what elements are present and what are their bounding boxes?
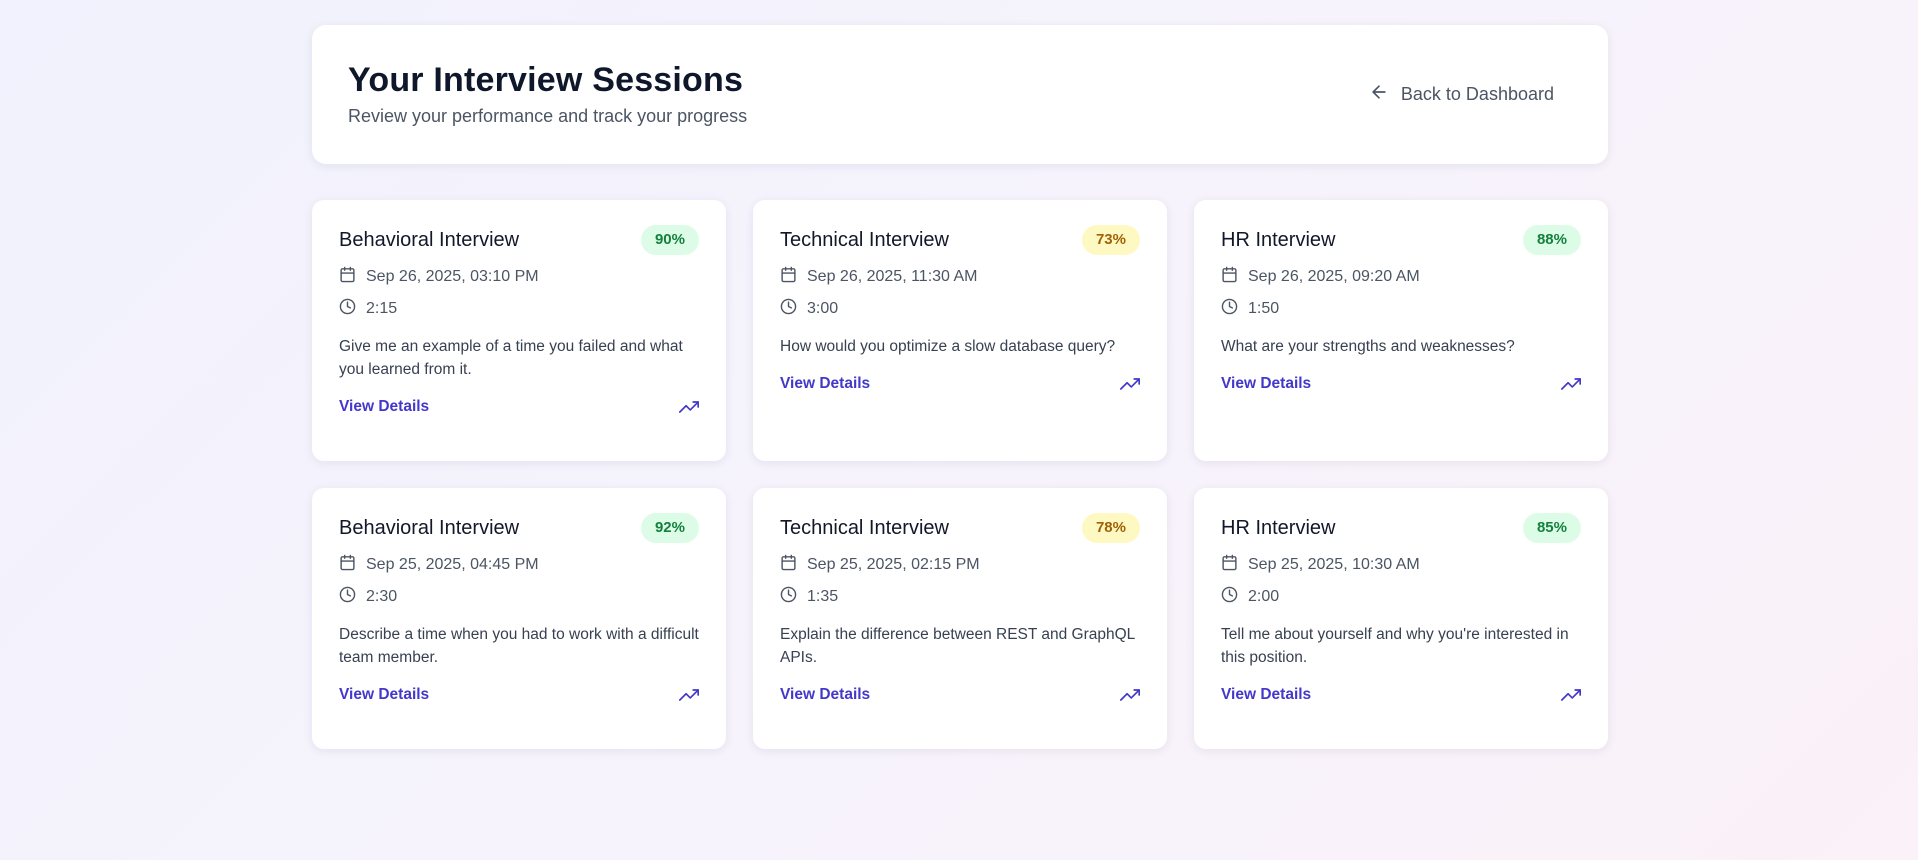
clock-icon <box>339 298 356 320</box>
session-title: HR Interview <box>1221 228 1336 251</box>
score-badge: 90% <box>640 225 699 255</box>
session-date: Sep 26, 2025, 11:30 AM <box>780 266 1140 288</box>
session-title: Behavioral Interview <box>339 228 520 251</box>
calendar-icon <box>339 554 356 576</box>
trending-up-icon <box>679 397 699 417</box>
session-date: Sep 25, 2025, 10:30 AM <box>1221 554 1581 576</box>
calendar-icon <box>339 266 356 288</box>
back-to-dashboard-button[interactable]: Back to Dashboard <box>1369 82 1554 107</box>
session-card: Behavioral Interview 90% Sep 26, 2025, 0… <box>312 200 726 461</box>
session-title: Technical Interview <box>780 228 949 251</box>
session-date: Sep 26, 2025, 09:20 AM <box>1221 266 1581 288</box>
session-date-text: Sep 25, 2025, 10:30 AM <box>1248 556 1420 573</box>
session-question: How would you optimize a slow database q… <box>780 338 1116 355</box>
page-container: Your Interview Sessions Review your perf… <box>312 25 1608 749</box>
view-details-link[interactable]: View Details <box>1221 686 1311 704</box>
session-date-text: Sep 25, 2025, 04:45 PM <box>366 556 539 573</box>
sessions-grid: Behavioral Interview 90% Sep 26, 2025, 0… <box>312 200 1608 749</box>
session-duration: 1:35 <box>780 586 1140 608</box>
session-date-text: Sep 26, 2025, 09:20 AM <box>1248 268 1420 285</box>
session-duration-text: 2:15 <box>366 300 398 317</box>
clock-icon <box>1221 586 1238 608</box>
session-duration: 2:00 <box>1221 586 1581 608</box>
session-question: Describe a time when you had to work wit… <box>339 626 699 666</box>
session-date-text: Sep 26, 2025, 11:30 AM <box>807 268 978 285</box>
session-title: Behavioral Interview <box>339 516 520 539</box>
calendar-icon <box>1221 266 1238 288</box>
view-details-link[interactable]: View Details <box>780 686 870 704</box>
trending-up-icon <box>679 685 699 705</box>
session-date-text: Sep 25, 2025, 02:15 PM <box>807 556 980 573</box>
session-duration: 2:30 <box>339 586 699 608</box>
trending-up-icon <box>1120 685 1140 705</box>
session-question: Give me an example of a time you failed … <box>339 338 683 378</box>
clock-icon <box>780 298 797 320</box>
score-badge: 85% <box>1522 513 1581 543</box>
session-duration-text: 3:00 <box>807 300 839 317</box>
view-details-link[interactable]: View Details <box>339 398 429 416</box>
trending-up-icon <box>1120 374 1140 394</box>
clock-icon <box>780 586 797 608</box>
back-to-dashboard-label: Back to Dashboard <box>1400 84 1554 104</box>
session-date: Sep 25, 2025, 04:45 PM <box>339 554 699 576</box>
session-duration: 1:50 <box>1221 298 1581 320</box>
session-duration-text: 2:00 <box>1248 588 1280 605</box>
page-header: Your Interview Sessions Review your perf… <box>312 25 1608 164</box>
view-details-link[interactable]: View Details <box>1221 375 1311 393</box>
page-subtitle: Review your performance and track your p… <box>348 105 748 126</box>
trending-up-icon <box>1561 374 1581 394</box>
session-duration-text: 2:30 <box>366 588 398 605</box>
calendar-icon <box>780 266 797 288</box>
view-details-link[interactable]: View Details <box>780 375 870 393</box>
session-question: Explain the difference between REST and … <box>780 626 1135 666</box>
session-card: Technical Interview 73% Sep 26, 2025, 11… <box>753 200 1167 461</box>
session-date: Sep 25, 2025, 02:15 PM <box>780 554 1140 576</box>
session-card: Behavioral Interview 92% Sep 25, 2025, 0… <box>312 488 726 749</box>
session-title: HR Interview <box>1221 516 1336 539</box>
session-card: HR Interview 88% Sep 26, 2025, 09:20 AM … <box>1194 200 1608 461</box>
session-duration: 2:15 <box>339 298 699 320</box>
session-card: HR Interview 85% Sep 25, 2025, 10:30 AM … <box>1194 488 1608 749</box>
score-badge: 88% <box>1522 225 1581 255</box>
page-title: Your Interview Sessions <box>348 61 744 100</box>
session-question: Tell me about yourself and why you're in… <box>1221 626 1569 666</box>
clock-icon <box>1221 298 1238 320</box>
header-text: Your Interview Sessions Review your perf… <box>348 61 748 126</box>
arrow-left-icon <box>1369 82 1389 107</box>
trending-up-icon <box>1561 685 1581 705</box>
session-title: Technical Interview <box>780 516 949 539</box>
session-duration: 3:00 <box>780 298 1140 320</box>
score-badge: 92% <box>640 513 699 543</box>
session-date: Sep 26, 2025, 03:10 PM <box>339 266 699 288</box>
session-question: What are your strengths and weaknesses? <box>1221 338 1515 355</box>
session-card: Technical Interview 78% Sep 25, 2025, 02… <box>753 488 1167 749</box>
clock-icon <box>339 586 356 608</box>
view-details-link[interactable]: View Details <box>339 686 429 704</box>
session-date-text: Sep 26, 2025, 03:10 PM <box>366 268 539 285</box>
calendar-icon <box>780 554 797 576</box>
calendar-icon <box>1221 554 1238 576</box>
score-badge: 73% <box>1081 225 1140 255</box>
session-duration-text: 1:35 <box>807 588 839 605</box>
session-duration-text: 1:50 <box>1248 300 1280 317</box>
score-badge: 78% <box>1081 513 1140 543</box>
